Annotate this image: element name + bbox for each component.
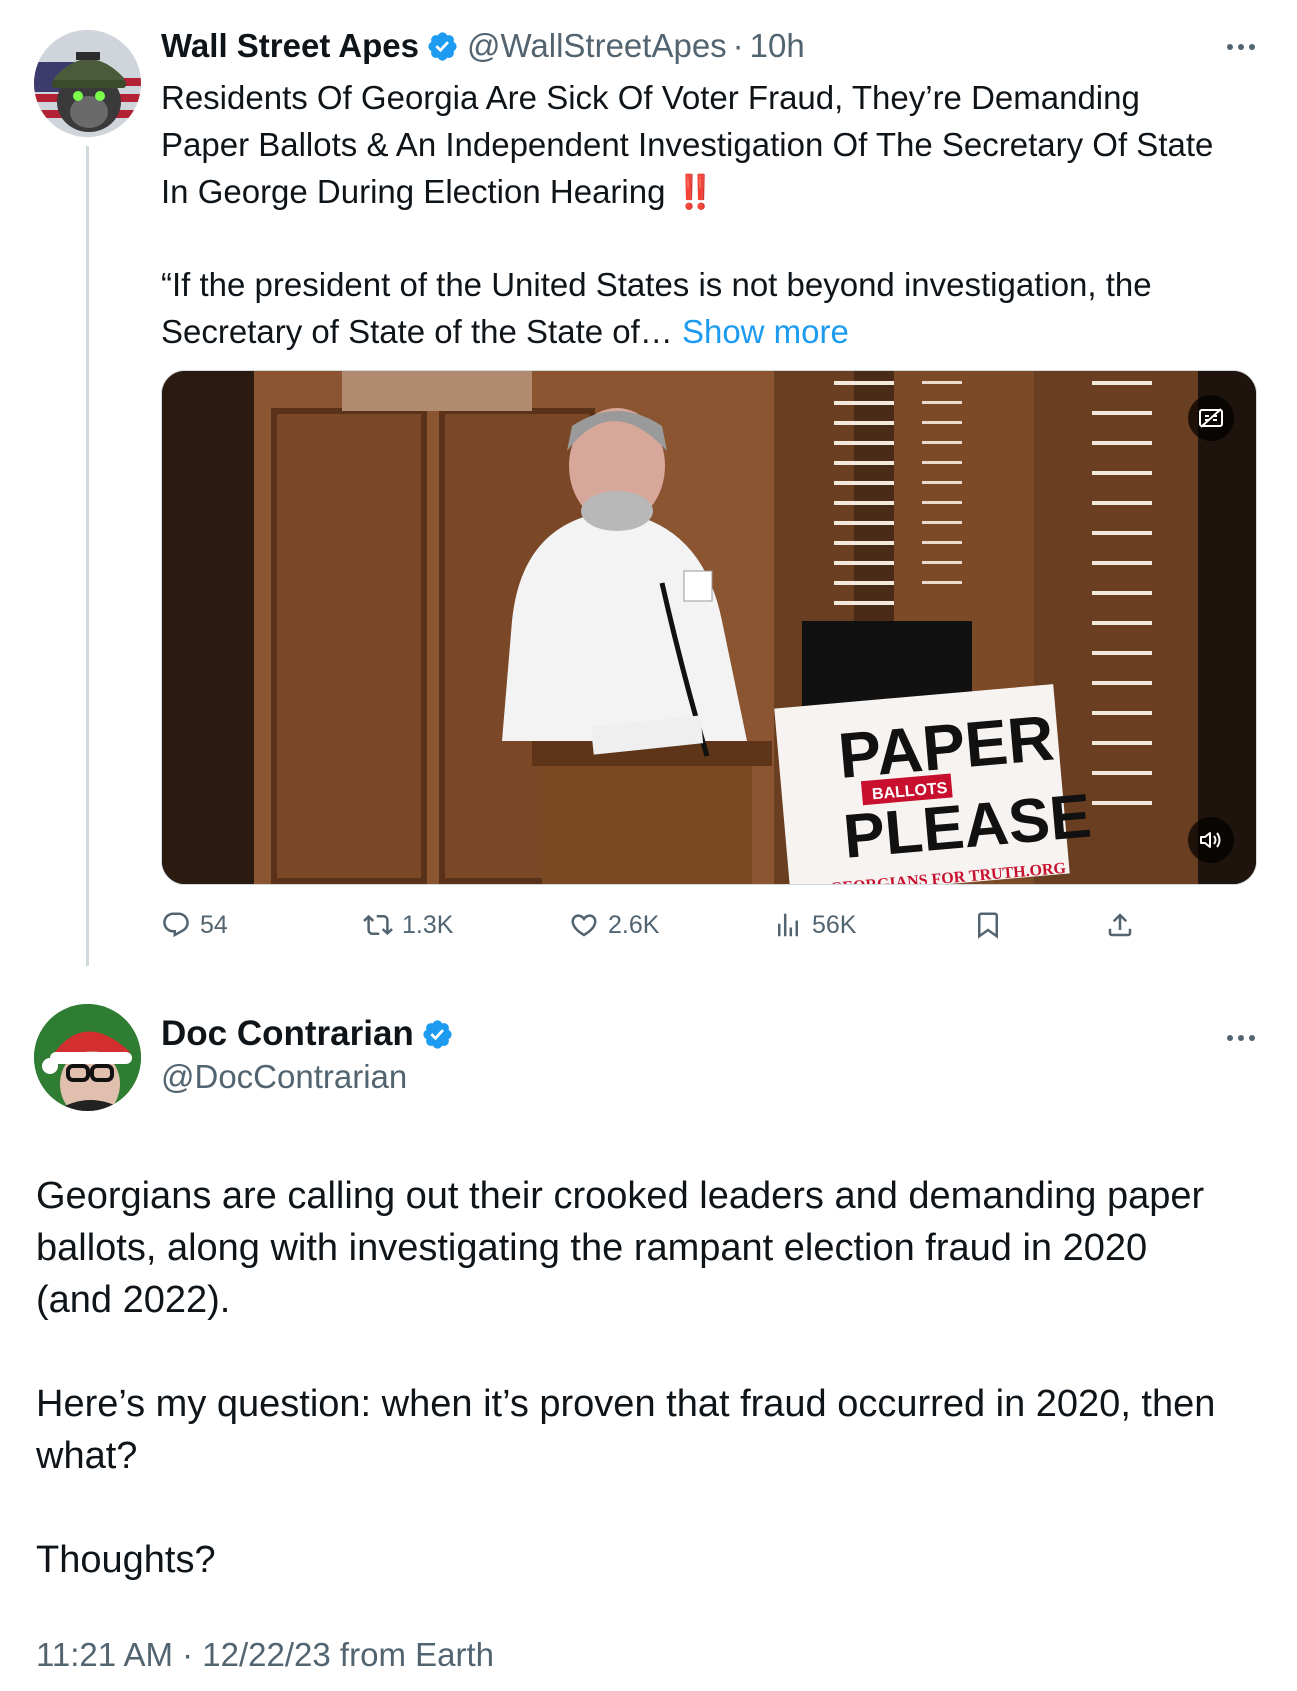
main-tweet-text: Georgians are calling out their crooked … — [36, 1170, 1266, 1586]
captions-off-icon[interactable] — [1188, 395, 1234, 441]
tweet-text-line: ballots, along with investigating the ra… — [36, 1227, 1148, 1269]
like-button[interactable]: 2.6K — [569, 900, 659, 950]
tweet-text-line: Georgians are calling out their crooked … — [36, 1175, 1205, 1217]
tweet-text-line: Thoughts? — [36, 1539, 216, 1581]
verified-badge-icon — [426, 30, 459, 63]
author-name[interactable]: Doc Contrarian — [161, 1014, 414, 1054]
parent-tweet-header: Wall Street Apes @WallStreetApes · 10h — [161, 24, 805, 68]
author-handle[interactable]: @WallStreetApes — [467, 27, 727, 65]
author-handle[interactable]: @DocContrarian — [161, 1055, 407, 1099]
tweet-text-line: what? — [36, 1435, 138, 1477]
double-exclamation-emoji: ‼️ — [674, 173, 717, 210]
tweet-text-line: (and 2022). — [36, 1279, 231, 1321]
views-button[interactable]: 56K — [773, 900, 856, 950]
reply-count: 54 — [200, 910, 228, 939]
main-tweet-header: Doc Contrarian — [161, 1012, 462, 1056]
tweet-time[interactable]: 10h — [750, 27, 805, 65]
tweet-quote-line: Secretary of State of the State of… Show… — [161, 313, 849, 350]
parent-tweet[interactable]: Wall Street Apes @WallStreetApes · 10h R… — [0, 0, 1297, 980]
share-button[interactable] — [1105, 900, 1144, 950]
video-frame: PAPER BALLOTS PLEASE GEORGIANS FOR TRUTH… — [162, 371, 1256, 884]
views-count: 56K — [812, 910, 857, 939]
parent-tweet-text: Residents Of Georgia Are Sick Of Voter F… — [161, 74, 1271, 355]
verified-badge-icon — [421, 1018, 454, 1051]
bookmark-icon — [978, 912, 998, 939]
tweet-text-line: Here’s my question: when it’s proven tha… — [36, 1383, 1216, 1425]
repost-button[interactable]: 1.3K — [363, 900, 453, 950]
volume-icon[interactable] — [1188, 817, 1234, 863]
repost-count: 1.3K — [402, 910, 454, 939]
tweet-text-line: Residents Of Georgia Are Sick Of Voter F… — [161, 79, 1140, 116]
thread-connector-line — [86, 146, 89, 966]
more-icon[interactable] — [1221, 1023, 1261, 1053]
views-icon — [778, 913, 798, 937]
author-name[interactable]: Wall Street Apes — [161, 27, 419, 65]
separator-dot: · — [732, 27, 744, 64]
more-icon[interactable] — [1221, 32, 1261, 62]
show-more-link[interactable]: Show more — [682, 313, 849, 350]
tweet-text-line: In George During Election Hearing ‼️ — [161, 173, 717, 210]
like-count: 2.6K — [608, 910, 660, 939]
doc-contrarian-avatar[interactable] — [34, 1004, 141, 1111]
video-player[interactable]: PAPER BALLOTS PLEASE GEORGIANS FOR TRUTH… — [161, 370, 1257, 885]
tweet-text-line: Paper Ballots & An Independent Investiga… — [161, 126, 1214, 163]
parent-tweet-actions: 54 1.3K 2.6K 56K — [161, 900, 1257, 950]
bookmark-button[interactable] — [973, 900, 1012, 950]
reply-icon — [163, 912, 189, 938]
tweet-quote-line: “If the president of the United States i… — [161, 266, 1152, 303]
tweet-timestamp[interactable]: 11:21 AM · 12/22/23 from Earth — [36, 1633, 494, 1677]
like-icon — [571, 914, 597, 937]
share-icon — [1108, 913, 1132, 937]
repost-icon — [363, 914, 393, 936]
reply-button[interactable]: 54 — [161, 900, 228, 950]
wall-street-apes-avatar[interactable] — [34, 30, 141, 137]
